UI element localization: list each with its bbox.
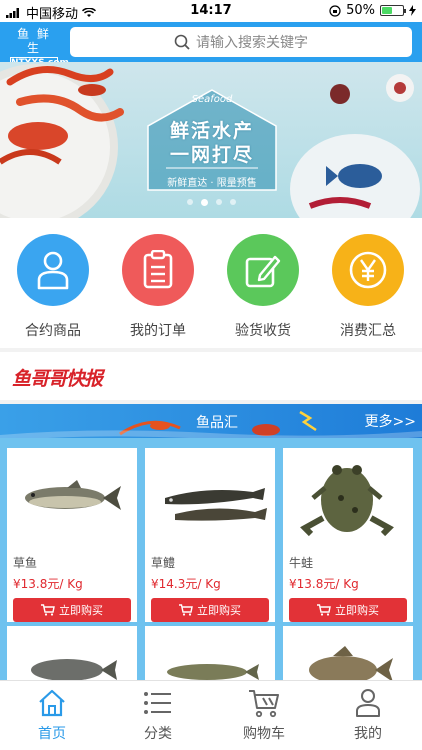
pagination-dot[interactable]: [229, 199, 236, 205]
yen-icon: [349, 251, 387, 289]
pagination-dot[interactable]: [200, 199, 208, 206]
spending-summary-circle: [332, 234, 404, 306]
grass-carp-image: [25, 480, 121, 510]
product-price: ¥14.3元/ Kg: [151, 577, 221, 591]
news-banner[interactable]: 鱼哥哥快报: [0, 352, 422, 400]
tab-label: 首页: [38, 726, 66, 742]
status-right: 50%: [329, 3, 416, 18]
tab-label: 购物车: [243, 726, 285, 742]
cart-icon: [249, 690, 279, 718]
home-icon-wrap: [12, 687, 92, 719]
profile-icon-wrap: [328, 687, 408, 719]
fish-plate-illustration: [308, 74, 414, 209]
list-icon: [144, 692, 171, 714]
product-name: 牛蛙: [289, 556, 314, 570]
banner-seafood-label: Seafood: [191, 94, 233, 105]
product-name: 草鳢: [151, 556, 176, 570]
bottom-tab-bar: 首页 分类 购物车 我的: [0, 680, 422, 750]
news-brand-logo: 鱼哥哥快报: [12, 368, 103, 390]
cart-icon: [317, 604, 331, 616]
clipboard-icon: [143, 250, 173, 289]
list-icon-wrap: [118, 687, 198, 719]
my-orders-circle: [122, 234, 194, 306]
buy-now-button[interactable]: 立即购买: [13, 598, 131, 622]
pagination-dot[interactable]: [215, 199, 222, 205]
product-price: ¥13.8元/ Kg: [289, 577, 359, 591]
search-placeholder: 请输入搜索关键字: [196, 35, 308, 51]
promo-banner[interactable]: Seafood 鲜活水产 一网打尽 新鲜直达 · 限量预售: [0, 62, 422, 218]
banner-headline-card: Seafood 鲜活水产 一网打尽 新鲜直达 · 限量预售: [142, 86, 282, 196]
menu-contract-goods[interactable]: 合约商品: [8, 234, 98, 340]
app-logo[interactable]: 鱼 鲜 生 NTYXS.com: [10, 27, 69, 70]
banner-title-line2: 一网打尽: [169, 144, 254, 166]
product-image: [145, 448, 275, 550]
menu-inspect-receive[interactable]: 验货收货: [218, 234, 308, 340]
section-title: 鱼品汇: [196, 415, 238, 431]
search-icon: [174, 34, 190, 50]
home-screen: 中国移动 14:17 50% 鱼 鲜 生 NTYXS.com: [0, 0, 422, 750]
buy-now-button[interactable]: 立即购买: [289, 598, 407, 622]
cart-icon: [41, 604, 55, 616]
buy-label: 立即购买: [335, 604, 379, 617]
banner-pagination: [0, 199, 422, 206]
battery-icon: [380, 5, 406, 16]
tab-label: 我的: [354, 726, 382, 742]
lobster-illustration: [0, 66, 124, 165]
cart-icon-wrap: [224, 687, 304, 719]
section-header: 鱼品汇 更多>>: [0, 404, 422, 438]
product-image: [7, 448, 137, 550]
tab-mine[interactable]: 我的: [328, 687, 408, 743]
snakehead-image: [165, 488, 267, 521]
tab-home[interactable]: 首页: [12, 687, 92, 743]
quick-menu: 合约商品 我的订单 验货收货 消费汇总: [0, 218, 422, 348]
buy-now-button[interactable]: 立即购买: [151, 598, 269, 622]
pagination-dot[interactable]: [186, 199, 193, 205]
menu-label: 消费汇总: [340, 323, 396, 339]
logo-name: 鱼 鲜 生: [17, 27, 51, 55]
banner-subtitle: 新鲜直达 · 限量预售: [167, 178, 257, 189]
bullfrog-image: [300, 465, 394, 537]
buy-label: 立即购买: [197, 604, 241, 617]
search-box[interactable]: 请输入搜索关键字: [70, 27, 412, 57]
cart-icon: [179, 604, 193, 616]
profile-icon: [356, 689, 380, 717]
product-card[interactable]: 草鱼 ¥13.8元/ Kg 立即购买: [7, 448, 137, 622]
menu-label: 我的订单: [130, 323, 186, 339]
banner-title-line1: 鲜活水产: [169, 120, 254, 142]
edit-icon: [245, 255, 281, 288]
product-price: ¥13.8元/ Kg: [13, 577, 83, 591]
menu-spending-summary[interactable]: 消费汇总: [323, 234, 413, 340]
contract-goods-circle: [17, 234, 89, 306]
status-bar: 中国移动 14:17 50%: [0, 0, 422, 22]
more-link[interactable]: 更多>>: [365, 411, 416, 431]
inspect-receive-circle: [227, 234, 299, 306]
app-header: 鱼 鲜 生 NTYXS.com 请输入搜索关键字: [0, 22, 422, 70]
battery-percent: 50%: [346, 3, 375, 18]
product-name: 草鱼: [13, 556, 38, 570]
product-card[interactable]: 草鳢 ¥14.3元/ Kg 立即购买: [145, 448, 275, 622]
buy-label: 立即购买: [59, 604, 103, 617]
charging-icon: [409, 5, 416, 16]
product-card[interactable]: 牛蛙 ¥13.8元/ Kg 立即购买: [283, 448, 413, 622]
tab-category[interactable]: 分类: [118, 687, 198, 743]
home-icon: [39, 689, 65, 717]
menu-label: 验货收货: [235, 323, 291, 339]
rotation-lock-icon: [329, 4, 341, 17]
tab-cart[interactable]: 购物车: [224, 687, 304, 743]
product-image: [283, 448, 413, 550]
menu-label: 合约商品: [25, 323, 81, 339]
battery-fill: [382, 7, 392, 14]
user-icon: [37, 251, 69, 290]
tab-label: 分类: [144, 726, 172, 742]
product-grid: 草鱼 ¥13.8元/ Kg 立即购买 草鳢 ¥14.3元/ Kg 立即购买 牛蛙…: [0, 438, 422, 706]
menu-my-orders[interactable]: 我的订单: [113, 234, 203, 340]
